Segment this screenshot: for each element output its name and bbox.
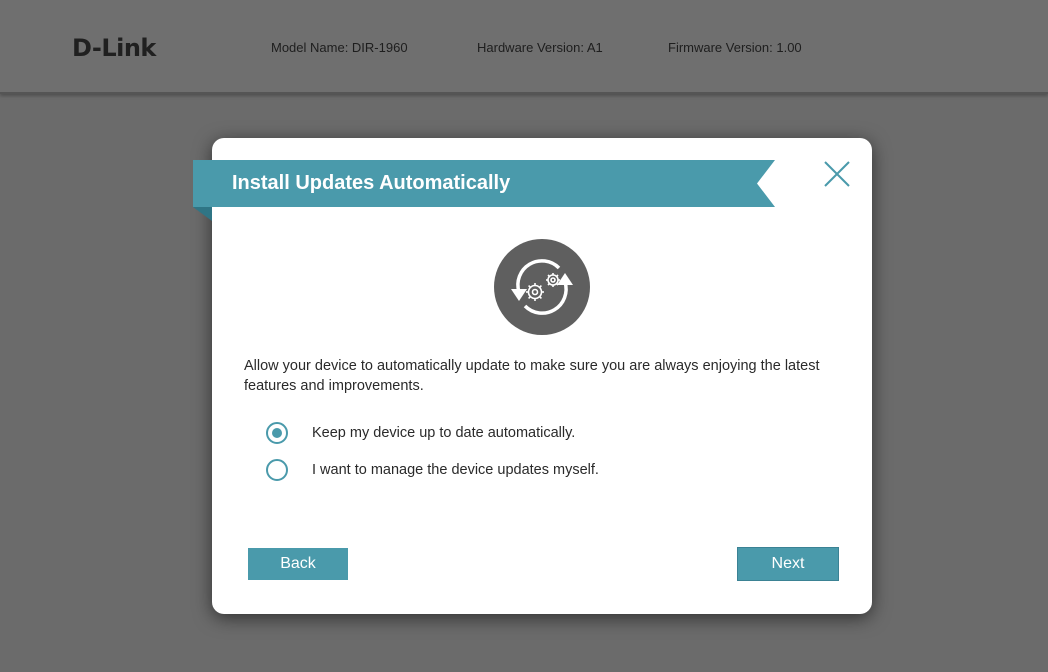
model-name: Model Name: DIR-1960 (271, 40, 408, 55)
option-label: I want to manage the device updates myse… (312, 462, 599, 478)
option-manual-update[interactable]: I want to manage the device updates myse… (266, 457, 599, 483)
close-button[interactable] (822, 159, 852, 189)
hardware-version: Hardware Version: A1 (477, 40, 603, 55)
close-icon (824, 161, 850, 187)
dialog-description: Allow your device to automatically updat… (244, 358, 820, 394)
option-label: Keep my device up to date automatically. (312, 425, 576, 441)
next-button[interactable]: Next (738, 548, 838, 580)
top-header: D-Link Model Name: DIR-1960 Hardware Ver… (0, 0, 1048, 94)
back-button[interactable]: Back (248, 548, 348, 580)
radio-button[interactable] (266, 459, 288, 481)
update-gears-icon (493, 238, 591, 336)
option-auto-update[interactable]: Keep my device up to date automatically. (266, 420, 575, 446)
dlink-logo: D-Link (72, 34, 156, 62)
dialog-title-ribbon: Install Updates Automatically (193, 160, 775, 221)
radio-button-selected[interactable] (266, 422, 288, 444)
firmware-version: Firmware Version: 1.00 (668, 40, 802, 55)
dialog-title: Install Updates Automatically (232, 172, 511, 194)
